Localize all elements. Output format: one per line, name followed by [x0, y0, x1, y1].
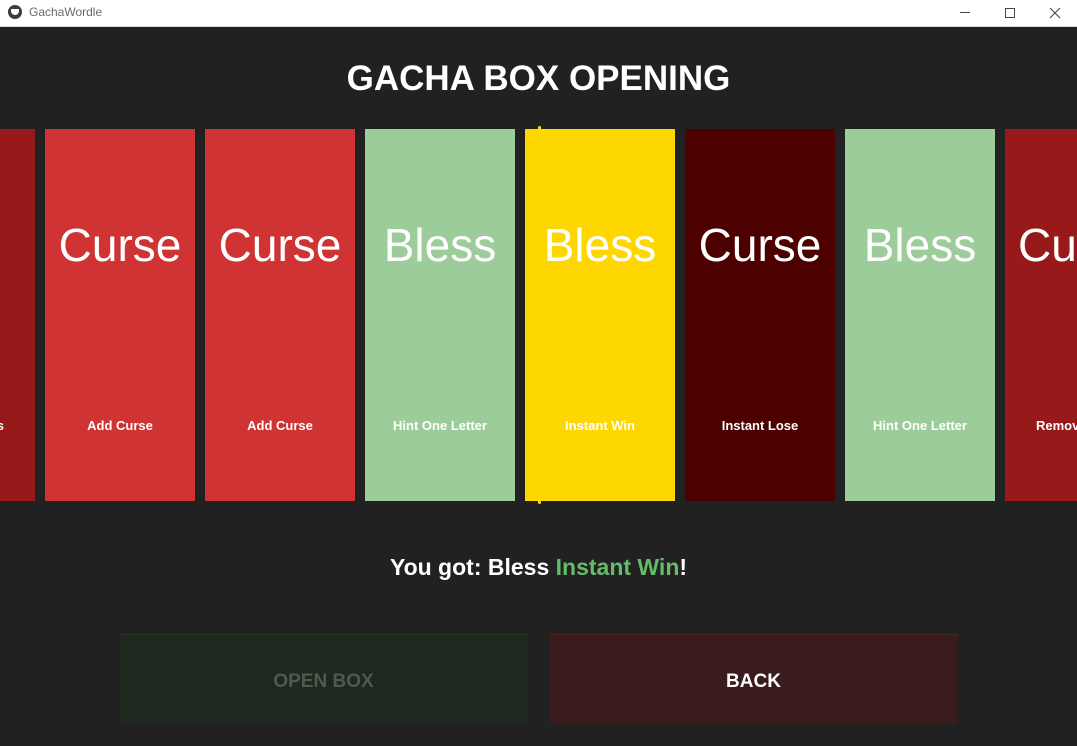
card-type-label: Curse [58, 219, 182, 271]
card-effect-label: Hint One Letter [393, 418, 487, 433]
back-button[interactable]: BACK [550, 634, 957, 724]
card-effect-label: s [0, 418, 4, 433]
close-button[interactable] [1032, 0, 1077, 26]
card-effect-label: Remov [1036, 418, 1077, 433]
minimize-icon [960, 12, 970, 13]
result-message: You got: Bless Instant Win! [0, 553, 1077, 581]
card-effect-label: Add Curse [247, 418, 313, 433]
title-bar: GachaWordle [0, 0, 1077, 27]
card-type-label: Bless [863, 219, 977, 271]
selection-marker [538, 126, 541, 504]
card-type-label: Bless [543, 219, 657, 271]
window-title: GachaWordle [29, 5, 103, 19]
card-type-label: Bless [383, 219, 497, 271]
card-effect-label: Add Curse [87, 418, 153, 433]
gacha-card: e s [0, 129, 35, 501]
gacha-card: Curse Add Curse [45, 129, 195, 501]
maximize-icon [1005, 8, 1015, 18]
result-suffix: ! [679, 554, 688, 580]
gacha-card: Cu Remov [1005, 129, 1077, 501]
card-type-label: Cu [1018, 219, 1077, 271]
card-type-label: Curse [218, 219, 342, 271]
card-effect-label: Instant Lose [721, 418, 799, 433]
maximize-button[interactable] [987, 0, 1033, 26]
card-type-label: Curse [698, 219, 822, 271]
minimize-button[interactable] [942, 0, 988, 26]
gacha-card: Bless Hint One Letter [845, 129, 995, 501]
page-title: GACHA BOX OPENING [346, 59, 731, 98]
gacha-card: Curse Add Curse [205, 129, 355, 501]
gacha-card: Curse Instant Lose [685, 129, 835, 501]
app-icon [8, 5, 22, 19]
close-icon [1049, 7, 1061, 19]
card-effect-label: Instant Win [565, 418, 635, 433]
open-box-button[interactable]: OPEN BOX [120, 634, 527, 724]
result-prefix: You got: Bless [389, 554, 556, 580]
gacha-card-selected: Bless Instant Win [525, 129, 675, 501]
gacha-card: Bless Hint One Letter [365, 129, 515, 501]
result-highlight: Instant Win [555, 554, 680, 580]
card-effect-label: Hint One Letter [873, 418, 967, 433]
